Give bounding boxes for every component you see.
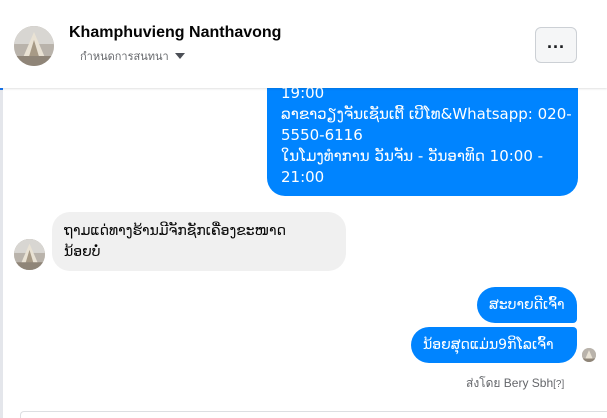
chat-window: 19:00 ລາຂາວຽງຈັນເຊັນເຕີ້ ເບີໂທ&Whatsapp:…: [0, 0, 607, 418]
sent-by-prefix: ส่งโดย: [466, 376, 501, 390]
incoming-message-question[interactable]: ຖາມແດ່ທາງຮ້ານມີຈັກຊັກເຄື່ອງຂະໜາດ ນ້ອຍບໍ່: [52, 212, 346, 271]
contact-name[interactable]: Khamphuvieng Nanthavong: [69, 24, 281, 42]
conversation-status-label: กำหนดการสนทนา: [80, 51, 169, 63]
conversation-status-dropdown[interactable]: กำหนดการสนทนา: [80, 47, 185, 65]
message-line: ນ້ອຍບໍ່: [64, 244, 101, 260]
help-link[interactable]: [?]: [553, 379, 564, 390]
conversation-header: Khamphuvieng Nanthavong กำหนดการสนทนา ..…: [0, 0, 607, 88]
outgoing-message-size[interactable]: ນ້ອຍສຸດແມ່ນ9ກິໂລເຈົ້າ: [411, 327, 577, 363]
more-options-button[interactable]: ...: [535, 27, 577, 63]
avatar-image: [14, 26, 54, 66]
sent-by-label: ส่งโดย Bery Sbh[?]: [466, 374, 564, 393]
message-line: 21:00: [281, 168, 325, 186]
contact-avatar[interactable]: [14, 26, 54, 66]
message-line: ໃນໂມງທຳການ ວັນຈັນ - ວັນອາທິດ 10:00 -: [281, 147, 544, 165]
sender-name-link[interactable]: Bery Sbh: [504, 376, 553, 390]
composer-box[interactable]: [20, 411, 607, 418]
message-line: 5550-6116: [281, 126, 363, 144]
message-line: ລາຂາວຽງຈັນເຊັນເຕີ້ ເບີໂທ&Whatsapp: 020-: [281, 105, 572, 123]
more-dots-icon: ...: [546, 32, 565, 52]
avatar-image: [14, 239, 45, 270]
caret-down-icon: [174, 53, 185, 59]
contact-message-avatar[interactable]: [14, 239, 45, 270]
avatar-image: [582, 348, 596, 362]
message-line: ຖາມແດ່ທາງຮ້ານມີຈັກຊັກເຄື່ອງຂະໜາດ: [64, 223, 286, 239]
outgoing-message-greeting[interactable]: ສະບາຍດີເຈົ້າ: [477, 287, 577, 323]
seen-indicator-avatar: [582, 348, 596, 362]
